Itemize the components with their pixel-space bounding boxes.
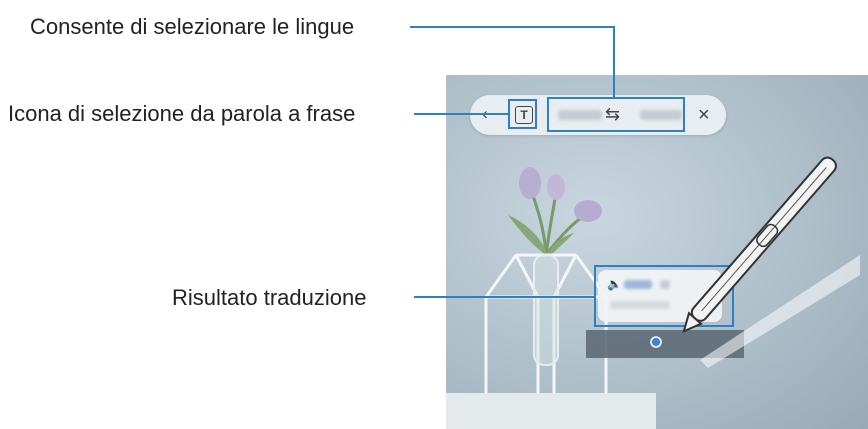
highlight-text-icon [508,99,537,129]
tulip-flower [574,200,602,222]
shelf [446,393,656,429]
text-selection-strip [586,330,744,358]
leader-line-languages-drop [613,26,615,98]
callout-word-sentence-icon: Icona di selezione da parola a frase [8,101,356,126]
tulip-flower [547,174,565,200]
leader-line-languages [410,26,615,28]
highlight-result [594,265,734,327]
glass-tube [533,254,559,366]
highlight-languages [547,97,685,132]
leader-line-icon [414,113,510,115]
leader-line-result [414,296,596,298]
tulip-flower [519,167,541,199]
close-icon[interactable]: × [698,105,710,125]
callout-translation-result: Risultato traduzione [172,285,367,310]
callout-languages: Consente di selezionare le lingue [30,14,355,39]
